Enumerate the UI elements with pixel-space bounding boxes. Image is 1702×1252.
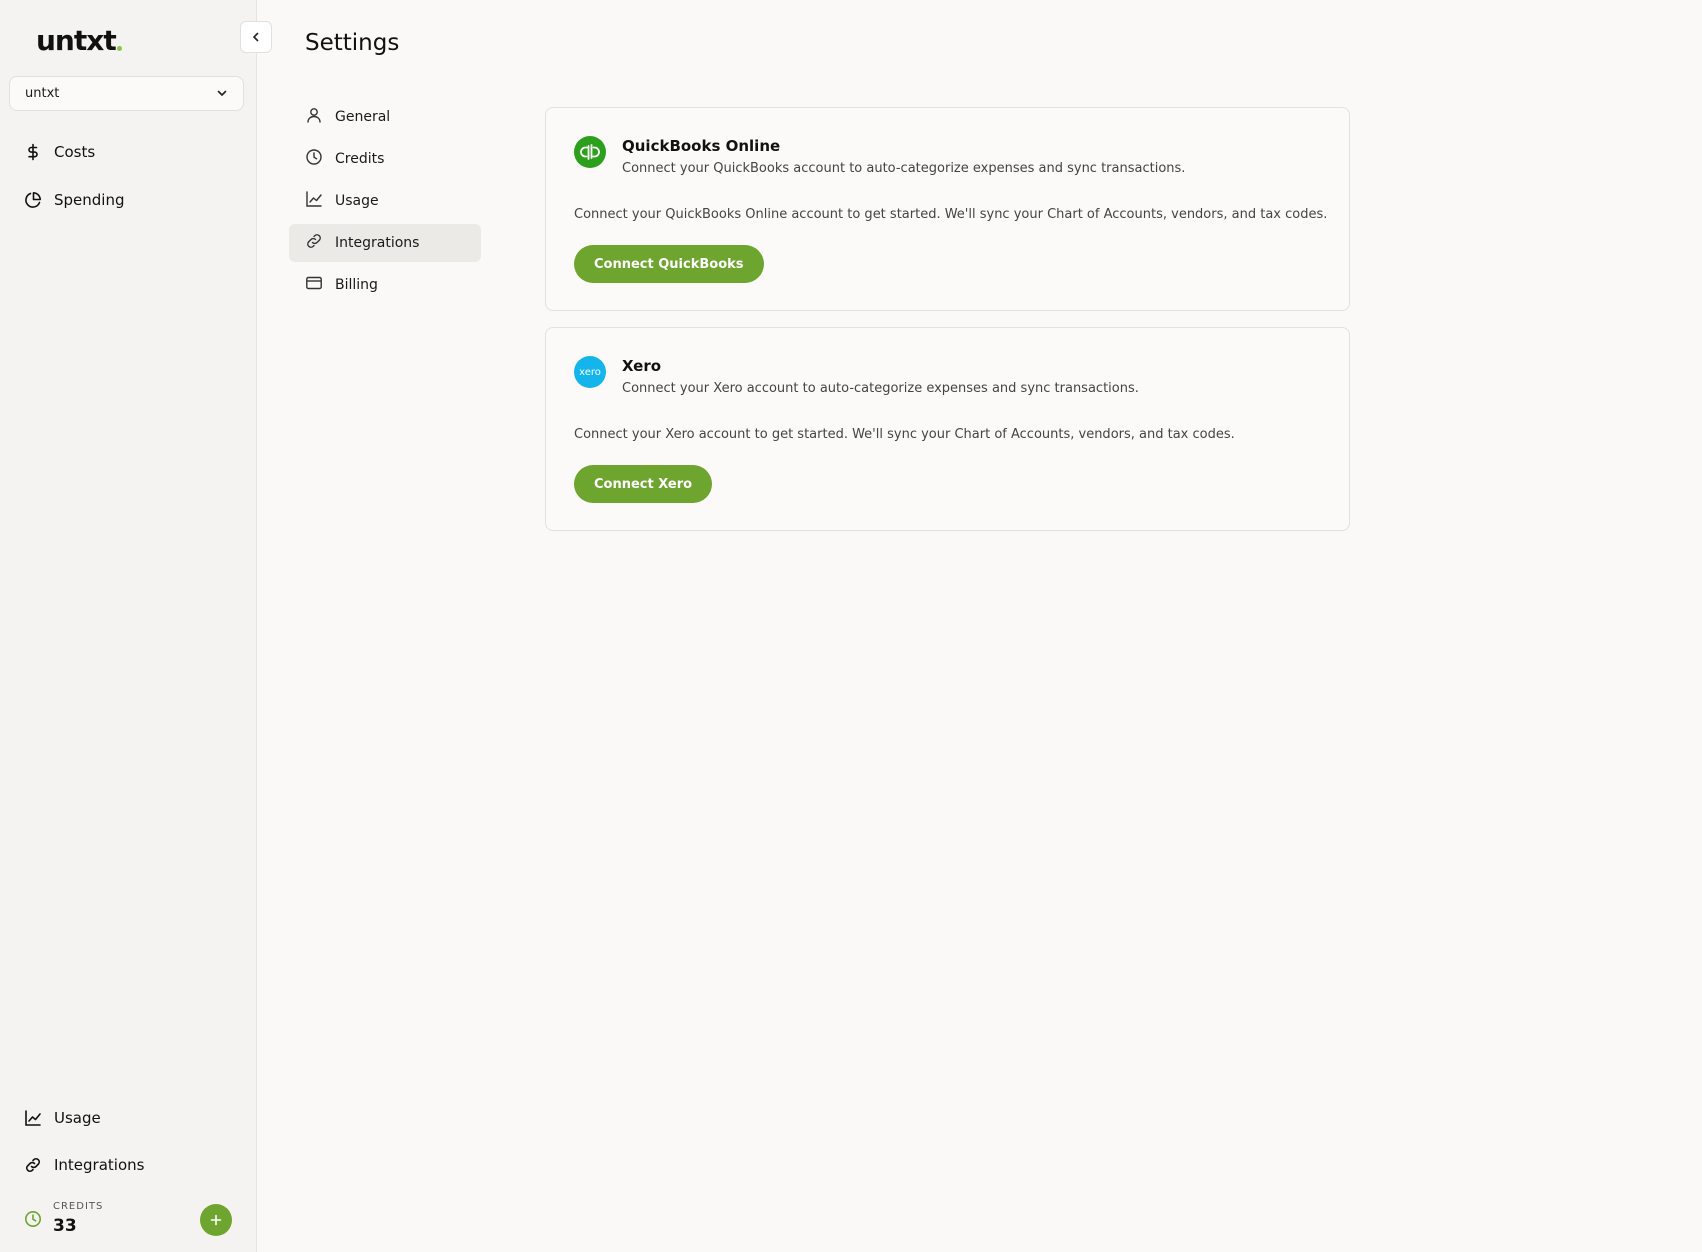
sidebar: untxt untxt Costs Spending Usage Integra…	[0, 0, 257, 1252]
xero-logo-icon: xero	[574, 356, 606, 388]
sidebar-item-label: Integrations	[54, 1156, 145, 1174]
sidebar-item-costs[interactable]: Costs	[14, 133, 242, 171]
sidebar-item-spending[interactable]: Spending	[14, 181, 242, 219]
connect-xero-button[interactable]: Connect Xero	[574, 465, 713, 503]
workspace-select[interactable]: untxt	[9, 76, 244, 111]
connect-quickbooks-button[interactable]: Connect QuickBooks	[574, 245, 764, 283]
sidebar-item-label: Costs	[54, 143, 96, 161]
settings-nav-billing[interactable]: Billing	[289, 266, 481, 304]
integration-card-quickbooks: QuickBooks Online Connect your QuickBook…	[545, 107, 1350, 311]
sidebar-item-integrations[interactable]: Integrations	[14, 1146, 242, 1184]
settings-nav-label: General	[335, 109, 391, 125]
logo-text: untxt	[36, 24, 117, 57]
settings-nav-label: Billing	[335, 277, 378, 293]
settings-nav-label: Credits	[335, 151, 385, 167]
credits-value: 33	[53, 1216, 77, 1236]
app-logo[interactable]: untxt	[36, 26, 122, 56]
clock-icon	[305, 148, 323, 170]
link-icon	[24, 1156, 42, 1174]
page-title: Settings	[305, 30, 400, 56]
integration-title: Xero	[622, 357, 662, 375]
integration-subtitle: Connect your QuickBooks account to auto-…	[622, 161, 1186, 176]
sidebar-item-label: Spending	[54, 191, 125, 209]
integration-title: QuickBooks Online	[622, 137, 781, 155]
integration-description: Connect your Xero account to get started…	[574, 427, 1235, 442]
pie-chart-icon	[24, 191, 42, 209]
plus-icon	[210, 1210, 222, 1231]
credits-widget: CREDITS 33	[24, 1198, 234, 1240]
link-icon	[305, 232, 323, 254]
dollar-icon	[24, 143, 42, 161]
line-chart-icon	[305, 190, 323, 212]
user-icon	[305, 106, 323, 128]
settings-nav-general[interactable]: General	[289, 98, 481, 136]
chevron-left-icon	[250, 28, 262, 47]
workspace-label: untxt	[25, 86, 60, 101]
settings-nav-credits[interactable]: Credits	[289, 140, 481, 178]
credit-card-icon	[305, 274, 323, 296]
line-chart-icon	[24, 1109, 42, 1127]
sidebar-item-usage[interactable]: Usage	[14, 1099, 242, 1137]
settings-nav-usage[interactable]: Usage	[289, 182, 481, 220]
integration-description: Connect your QuickBooks Online account t…	[574, 207, 1328, 222]
integration-card-xero: xero Xero Connect your Xero account to a…	[545, 327, 1350, 531]
clock-icon	[24, 1210, 42, 1232]
collapse-sidebar-button[interactable]	[240, 21, 272, 53]
sidebar-item-label: Usage	[54, 1109, 101, 1127]
add-credits-button[interactable]	[200, 1204, 232, 1236]
quickbooks-logo-icon	[574, 136, 606, 168]
settings-nav-integrations[interactable]: Integrations	[289, 224, 481, 262]
credits-label: CREDITS	[53, 1201, 104, 1212]
settings-nav-label: Integrations	[335, 235, 420, 251]
settings-nav-label: Usage	[335, 193, 379, 209]
chevron-down-icon	[216, 84, 228, 103]
integration-subtitle: Connect your Xero account to auto-catego…	[622, 381, 1139, 396]
logo-dot	[116, 46, 122, 51]
xero-logo-text: xero	[579, 366, 601, 378]
